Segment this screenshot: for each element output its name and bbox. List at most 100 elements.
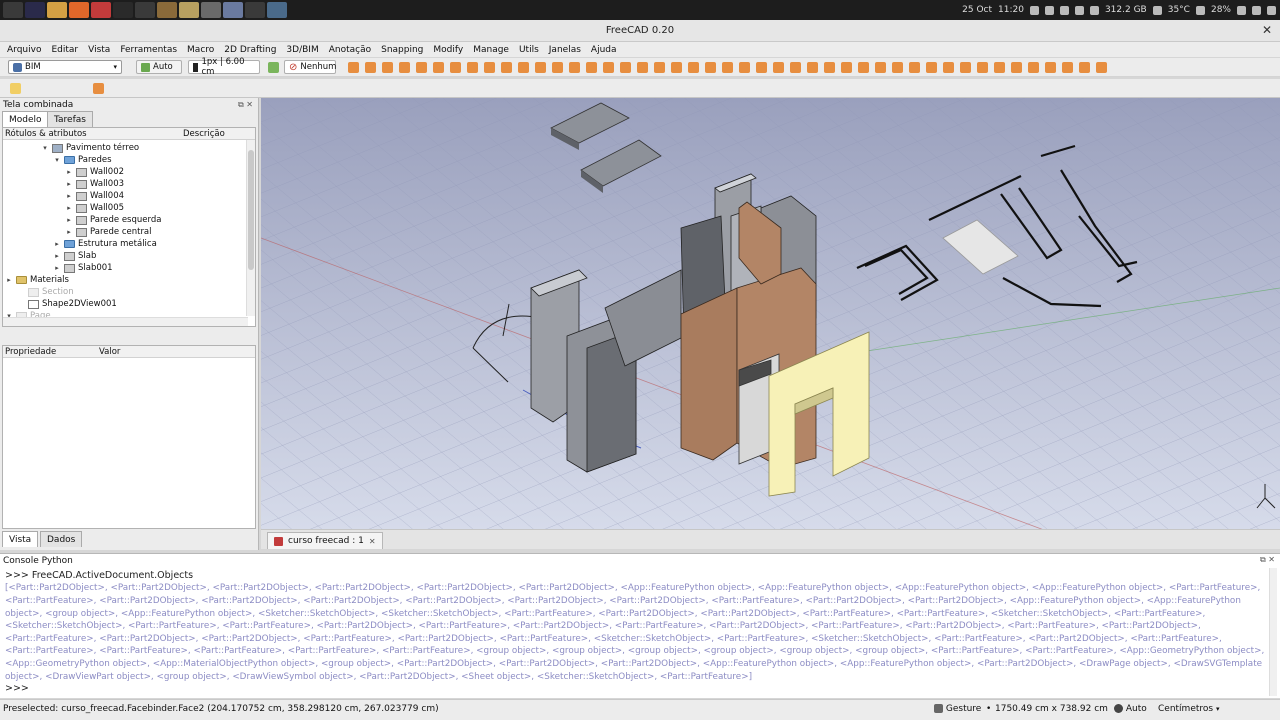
- toolbar1-tool-icon[interactable]: [705, 62, 716, 73]
- toolbar2-tool-icon[interactable]: [674, 83, 685, 94]
- toolbar2-tool-icon[interactable]: [43, 83, 54, 94]
- panel-float-close-icons[interactable]: ⧉ ✕: [238, 100, 253, 110]
- toolbar2-tool-icon[interactable]: [574, 83, 585, 94]
- chevron-right-icon[interactable]: ▸: [65, 168, 73, 176]
- toolbar1-tool-icon[interactable]: [671, 62, 682, 73]
- power-icon[interactable]: [3, 2, 23, 18]
- toolbar1-tool-icon[interactable]: [858, 62, 869, 73]
- tree-item[interactable]: ▸ Estrutura metálica: [53, 238, 157, 250]
- menu-janelas[interactable]: Janelas: [544, 45, 586, 55]
- toolbar2-tool-icon[interactable]: [724, 83, 735, 94]
- toolbar2-tool-icon[interactable]: [475, 83, 486, 94]
- window-close-button[interactable]: ✕: [1262, 23, 1272, 37]
- menu-snapping[interactable]: Snapping: [376, 45, 428, 55]
- toolbar2-tool-icon[interactable]: [325, 83, 336, 94]
- tree-scroll-thumb[interactable]: [248, 150, 254, 270]
- wifi-icon[interactable]: [1237, 5, 1246, 15]
- toolbar1-tool-icon[interactable]: [518, 62, 529, 73]
- toolbar2-tool-icon[interactable]: [790, 83, 801, 94]
- toolbar1-tool-icon[interactable]: [654, 62, 665, 73]
- editor-icon[interactable]: [223, 2, 243, 18]
- toolbar2-tool-icon[interactable]: [1238, 83, 1249, 94]
- toolbar2-tool-icon[interactable]: [359, 83, 370, 94]
- tree-item[interactable]: ▾ Paredes: [53, 154, 111, 166]
- prop-col-value[interactable]: Valor: [99, 347, 120, 357]
- toolbar1-tool-icon[interactable]: [960, 62, 971, 73]
- toolbar2-tool-icon[interactable]: [591, 83, 602, 94]
- tree-hscrollbar[interactable]: [3, 317, 248, 326]
- toolbar2-tool-icon[interactable]: [873, 83, 884, 94]
- toolbar1-tool-icon[interactable]: [807, 62, 818, 73]
- auto-mode[interactable]: Auto: [1114, 704, 1147, 714]
- toolbar2-tool-icon[interactable]: [226, 83, 237, 94]
- toolbar2-tool-icon[interactable]: [176, 83, 187, 94]
- auto-button[interactable]: Auto: [136, 60, 182, 74]
- toolbar1-tool-icon[interactable]: [416, 62, 427, 73]
- menu-modify[interactable]: Modify: [428, 45, 468, 55]
- toolbar2-tool-icon[interactable]: [1205, 83, 1216, 94]
- menu-3d-bim[interactable]: 3D/BIM: [281, 45, 323, 55]
- toolbar2-tool-icon[interactable]: [209, 83, 220, 94]
- tree-item[interactable]: ▸ Wall004: [65, 190, 124, 202]
- chevron-right-icon[interactable]: ▸: [65, 204, 73, 212]
- chevron-right-icon[interactable]: ▸: [5, 276, 13, 284]
- toolbar2-tool-icon[interactable]: [442, 83, 453, 94]
- workbench-selector[interactable]: BIM ▾: [8, 60, 122, 74]
- unit-selector[interactable]: Centímetros ▾: [1158, 704, 1219, 714]
- toolbar2-tool-icon[interactable]: [857, 83, 868, 94]
- tree-item[interactable]: ▸ Parede central: [65, 226, 151, 238]
- firefox-icon[interactable]: [69, 2, 89, 18]
- style-icon[interactable]: [268, 62, 279, 73]
- 3d-viewport[interactable]: [261, 98, 1280, 529]
- toolbar2-tool-icon[interactable]: [890, 83, 901, 94]
- toolbar2-tool-icon[interactable]: [973, 83, 984, 94]
- chevron-right-icon[interactable]: ▸: [53, 252, 61, 260]
- toolbar1-tool-icon[interactable]: [382, 62, 393, 73]
- menu-vista[interactable]: Vista: [83, 45, 115, 55]
- toolbar1-tool-icon[interactable]: [875, 62, 886, 73]
- toolbar1-tool-icon[interactable]: [909, 62, 920, 73]
- toolbar1-tool-icon[interactable]: [348, 62, 359, 73]
- toolbar1-tool-icon[interactable]: [688, 62, 699, 73]
- toolbar2-tool-icon[interactable]: [425, 83, 436, 94]
- tree-item[interactable]: ▸ Slab001: [53, 262, 112, 274]
- toolbar2-tool-icon[interactable]: [1006, 83, 1017, 94]
- console-float-close-icons[interactable]: ⧉ ✕: [1260, 555, 1275, 565]
- toolbar2-tool-icon[interactable]: [93, 83, 104, 94]
- close-tab-icon[interactable]: ✕: [369, 537, 376, 546]
- toolbar2-tool-icon[interactable]: [143, 83, 154, 94]
- toolbar1-tool-icon[interactable]: [1079, 62, 1090, 73]
- toolbar1-tool-icon[interactable]: [1045, 62, 1056, 73]
- toolbar1-tool-icon[interactable]: [739, 62, 750, 73]
- toolbar1-tool-icon[interactable]: [399, 62, 410, 73]
- toolbar2-tool-icon[interactable]: [1255, 83, 1266, 94]
- tab-modelo[interactable]: Modelo: [2, 111, 49, 127]
- toolbar2-tool-icon[interactable]: [940, 83, 951, 94]
- toolbar1-tool-icon[interactable]: [450, 62, 461, 73]
- chevron-right-icon[interactable]: ▸: [65, 192, 73, 200]
- chevron-right-icon[interactable]: ▸: [65, 180, 73, 188]
- toolbar1-tool-icon[interactable]: [467, 62, 478, 73]
- toolbar1-tool-icon[interactable]: [1096, 62, 1107, 73]
- chevron-down-icon[interactable]: ▾: [53, 156, 61, 164]
- toolbar2-tool-icon[interactable]: [1155, 83, 1166, 94]
- toolbar1-tool-icon[interactable]: [892, 62, 903, 73]
- toolbar1-tool-icon[interactable]: [552, 62, 563, 73]
- toolbar2-tool-icon[interactable]: [1023, 83, 1034, 94]
- menu-2d-drafting[interactable]: 2D Drafting: [219, 45, 281, 55]
- toolbar1-tool-icon[interactable]: [824, 62, 835, 73]
- toolbar1-tool-icon[interactable]: [790, 62, 801, 73]
- toolbar2-tool-icon[interactable]: [342, 83, 353, 94]
- toolbar2-tool-icon[interactable]: [27, 83, 38, 94]
- tree-item[interactable]: ▸ Wall002: [65, 166, 124, 178]
- toolbar2-tool-icon[interactable]: [923, 83, 934, 94]
- toolbar2-tool-icon[interactable]: [491, 83, 502, 94]
- volume-icon[interactable]: [1252, 5, 1261, 15]
- chevron-right-icon[interactable]: ▸: [53, 240, 61, 248]
- tree-item[interactable]: Shape2DView001: [17, 298, 117, 310]
- folder-icon[interactable]: [179, 2, 199, 18]
- toolbar1-tool-icon[interactable]: [943, 62, 954, 73]
- toolbar1-tool-icon[interactable]: [1062, 62, 1073, 73]
- gimp-icon[interactable]: [157, 2, 177, 18]
- tree-col-labels[interactable]: Rótulos & atributos: [5, 129, 87, 139]
